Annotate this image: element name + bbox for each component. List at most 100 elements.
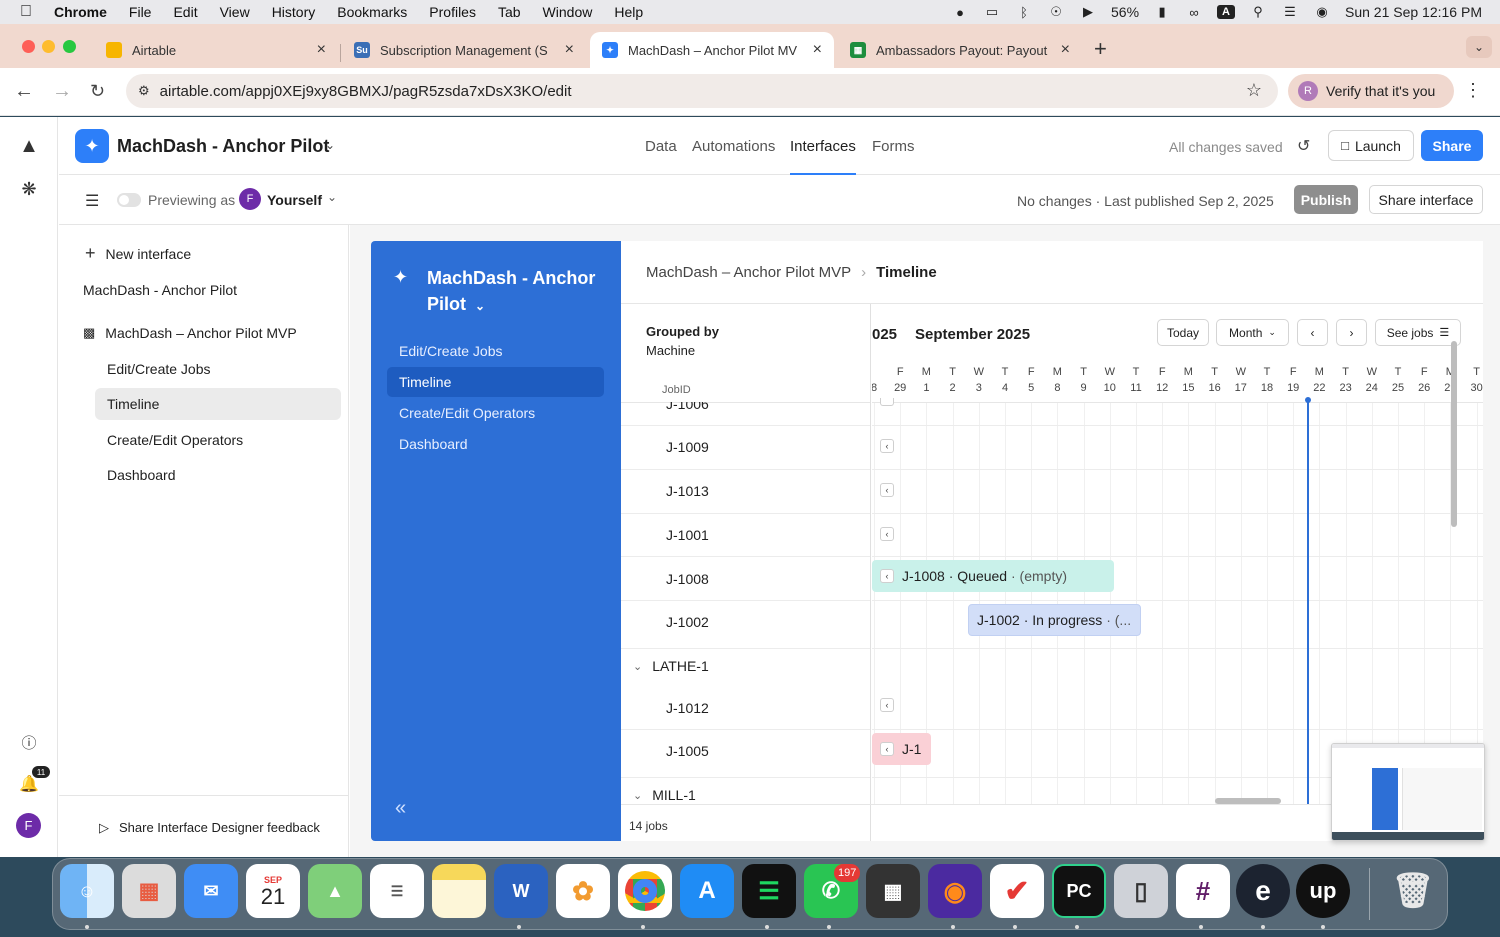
- offscreen-start-chevron-icon[interactable]: ‹: [880, 569, 894, 583]
- close-tab-icon[interactable]: ×: [317, 41, 326, 59]
- upwork-status-icon[interactable]: ●: [951, 5, 969, 20]
- offscreen-record-chevron-icon[interactable]: ‹: [880, 698, 894, 712]
- timeline-bar-j-1002[interactable]: J-1002 · In progress · (...: [968, 604, 1141, 636]
- publish-button[interactable]: Publish: [1294, 185, 1358, 214]
- calculator-icon[interactable]: ▦: [866, 864, 920, 918]
- firefox-icon[interactable]: ◉: [928, 864, 982, 918]
- chrome-icon[interactable]: [618, 864, 672, 918]
- spotify-icon[interactable]: ☰: [742, 864, 796, 918]
- share-interface-button[interactable]: Share interface: [1369, 185, 1483, 214]
- menu-bookmarks[interactable]: Bookmarks: [337, 4, 407, 20]
- offscreen-record-chevron-icon[interactable]: ‹: [880, 527, 894, 541]
- launch-button[interactable]: □ Launch: [1328, 130, 1414, 161]
- maps-icon[interactable]: ▲: [308, 864, 362, 918]
- menu-tab[interactable]: Tab: [498, 4, 521, 20]
- interface-name[interactable]: MachDash - Anchor Pilot: [83, 282, 237, 298]
- offscreen-start-chevron-icon[interactable]: ‹: [880, 742, 894, 756]
- mail-icon[interactable]: ✉: [184, 864, 238, 918]
- iphone-mirroring-icon[interactable]: ▯: [1114, 864, 1168, 918]
- menu-window[interactable]: Window: [543, 4, 593, 20]
- menu-app-chrome[interactable]: Chrome: [54, 4, 107, 20]
- display-icon[interactable]: ▭: [983, 4, 1001, 19]
- launchpad-icon[interactable]: ▦: [122, 864, 176, 918]
- calendar-icon[interactable]: SEP 21: [246, 864, 300, 918]
- group-collapse-chevron-icon[interactable]: ⌄: [633, 660, 642, 673]
- timeline-bar-j-1008[interactable]: ‹ J-1008 · Queued · (empty): [872, 560, 1114, 592]
- row-label[interactable]: J-1002: [666, 614, 709, 630]
- page-item-dashboard[interactable]: Dashboard: [95, 459, 341, 491]
- interface-title[interactable]: MachDash - Anchor Pilot ⌄: [427, 265, 607, 319]
- page-item-timeline[interactable]: Timeline: [95, 388, 341, 420]
- browser-tab-subscription[interactable]: Su Subscription Management (S ×: [342, 32, 586, 68]
- close-tab-icon[interactable]: ×: [813, 41, 822, 59]
- tick-tick-icon[interactable]: ✔: [990, 864, 1044, 918]
- interface-nav-create-edit-operators[interactable]: Create/Edit Operators: [387, 398, 604, 428]
- apple-menu-icon[interactable]: : [20, 3, 40, 21]
- window-minimize-button[interactable]: [42, 40, 55, 53]
- page-item-edit-create-jobs[interactable]: Edit/Create Jobs: [95, 353, 341, 385]
- site-settings-icon[interactable]: ⚙: [138, 83, 150, 99]
- slack-icon[interactable]: #: [1176, 864, 1230, 918]
- row-label[interactable]: J-1009: [666, 439, 709, 455]
- today-button[interactable]: Today: [1157, 319, 1209, 346]
- row-label[interactable]: J-1005: [666, 743, 709, 759]
- interface-nav-edit-create-jobs[interactable]: Edit/Create Jobs: [387, 336, 604, 366]
- preview-toggle[interactable]: [117, 193, 141, 207]
- upwork-icon[interactable]: up: [1296, 864, 1350, 918]
- window-zoom-button[interactable]: [63, 40, 76, 53]
- pycharm-icon[interactable]: PC: [1052, 864, 1106, 918]
- help-icon[interactable]: ⓘ: [17, 730, 41, 754]
- column-header-jobid[interactable]: JobID: [662, 384, 691, 396]
- battery-icon[interactable]: ▮: [1153, 4, 1171, 19]
- nav-forms[interactable]: Forms: [872, 138, 915, 155]
- group-header-lathe-1[interactable]: ⌄ LATHE-1: [633, 658, 709, 674]
- airtable-home-icon[interactable]: ▲: [17, 134, 41, 158]
- offscreen-record-chevron-icon[interactable]: ‹: [880, 483, 894, 497]
- chrome-menu-icon[interactable]: ⋮: [1464, 80, 1482, 101]
- back-arrow-icon[interactable]: ←: [14, 80, 34, 103]
- spotlight-search-icon[interactable]: ⚲: [1249, 4, 1267, 19]
- interface-nav-timeline[interactable]: Timeline: [387, 367, 604, 397]
- page-item-create-edit-operators[interactable]: Create/Edit Operators: [95, 424, 341, 456]
- link-icon[interactable]: ∞: [1185, 5, 1203, 20]
- browser-tab-ambassadors[interactable]: ▦ Ambassadors Payout: Payout ×: [838, 32, 1082, 68]
- nav-automations[interactable]: Automations: [692, 138, 775, 155]
- bluetooth-icon[interactable]: ᛒ: [1015, 5, 1033, 20]
- offscreen-record-chevron-icon[interactable]: ‹: [880, 439, 894, 453]
- bookmark-star-icon[interactable]: ☆: [1246, 80, 1262, 101]
- next-period-button[interactable]: ›: [1336, 319, 1367, 346]
- row-label[interactable]: J-1013: [666, 483, 709, 499]
- row-label[interactable]: J-1012: [666, 700, 709, 716]
- offscreen-record-chevron-icon[interactable]: [880, 398, 894, 406]
- input-source-indicator[interactable]: A: [1217, 5, 1235, 19]
- row-label[interactable]: J-1008: [666, 571, 709, 587]
- verify-identity-chip[interactable]: R Verify that it's you: [1288, 74, 1454, 108]
- menu-view[interactable]: View: [220, 4, 250, 20]
- siri-icon[interactable]: ◉: [1313, 4, 1331, 19]
- screenshot-thumbnail-preview[interactable]: [1331, 743, 1485, 841]
- reminders-icon[interactable]: ☰: [370, 864, 424, 918]
- row-label[interactable]: J-1001: [666, 527, 709, 543]
- window-close-button[interactable]: [22, 40, 35, 53]
- see-jobs-button[interactable]: See jobs ☰: [1375, 319, 1461, 346]
- reload-icon[interactable]: ↻: [90, 81, 105, 102]
- play-icon[interactable]: ▶: [1079, 4, 1097, 19]
- nav-data[interactable]: Data: [645, 138, 677, 155]
- preview-user-name[interactable]: Yourself: [267, 192, 322, 208]
- app-store-icon[interactable]: A: [680, 864, 734, 918]
- menu-profiles[interactable]: Profiles: [429, 4, 476, 20]
- collapse-sidebar-icon[interactable]: «: [395, 797, 406, 820]
- base-icon[interactable]: ✦: [75, 129, 109, 163]
- group-collapse-chevron-icon[interactable]: ⌄: [633, 789, 642, 802]
- breadcrumb-root[interactable]: MachDash – Anchor Pilot MVP: [646, 264, 851, 281]
- browser-tab-machdash[interactable]: ✦ MachDash – Anchor Pilot MV ×: [590, 32, 834, 68]
- photos-icon[interactable]: ✿: [556, 864, 610, 918]
- close-tab-icon[interactable]: ×: [565, 41, 574, 59]
- accessibility-icon[interactable]: ☉: [1047, 4, 1065, 19]
- address-bar[interactable]: ⚙ airtable.com/appj0XEj9xy8GBMXJ/pagR5zs…: [126, 74, 1278, 108]
- menu-file[interactable]: File: [129, 4, 152, 20]
- group-header-mill-1[interactable]: ⌄ MILL-1: [633, 787, 696, 803]
- new-interface-button[interactable]: + New interface: [85, 243, 191, 264]
- interface-app-item[interactable]: ▩ MachDash – Anchor Pilot MVP: [83, 325, 297, 341]
- finder-icon[interactable]: ☺: [60, 864, 114, 918]
